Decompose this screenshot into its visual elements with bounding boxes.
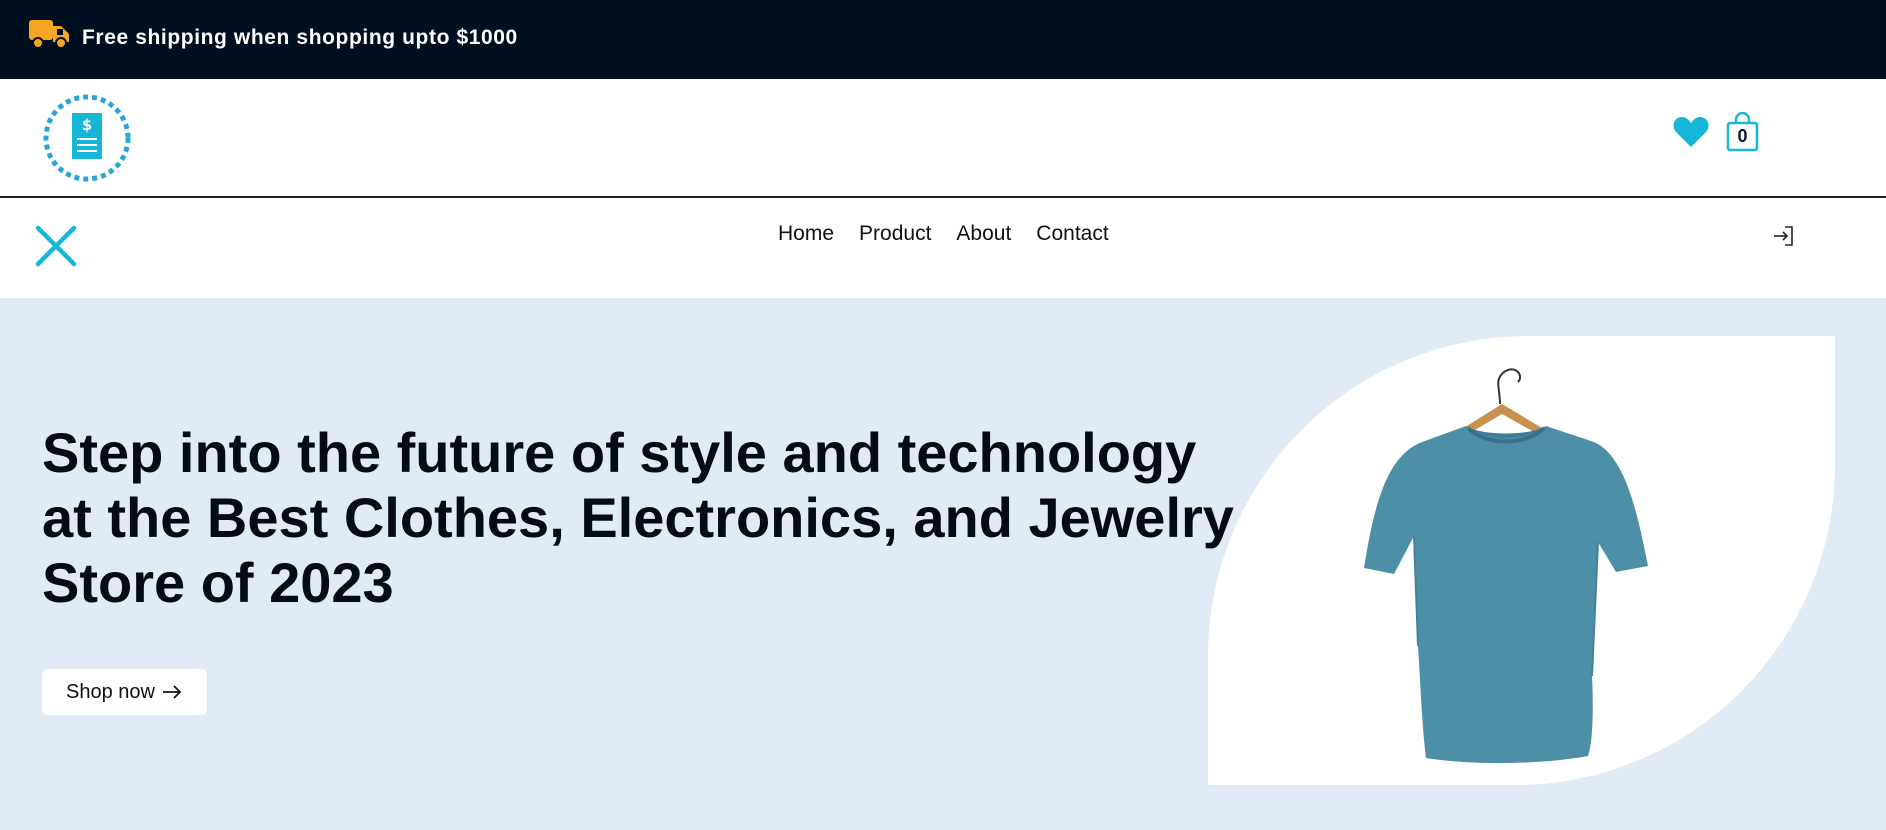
promo-bar: Free shipping when shopping upto $1000 [0,0,1886,79]
svg-text:$: $ [82,116,92,134]
nav-links: Home Product About Contact [778,222,1109,246]
nav-link-about[interactable]: About [956,222,1011,246]
login-icon[interactable] [1772,224,1796,248]
truck-icon [29,20,69,49]
nav-link-product[interactable]: Product [859,222,931,246]
shop-now-label: Shop now [66,680,155,703]
close-icon[interactable] [34,224,78,268]
hero-title: Step into the future of style and techno… [42,421,1234,614]
store-logo[interactable]: $ [40,91,134,185]
hero-section: Step into the future of style and techno… [0,298,1886,830]
cart-count-badge[interactable]: 0 [1726,126,1759,147]
tshirt-image [1364,368,1648,764]
nav-link-contact[interactable]: Contact [1036,222,1108,246]
shipping-text: Free shipping when shopping upto $1000 [82,26,518,49]
main-navigation: Home Product About Contact [0,198,1886,298]
hero-image-panel [1208,336,1835,785]
wishlist-heart-icon[interactable] [1672,115,1710,149]
site-header: $ 0 [0,79,1886,198]
arrow-right-icon [162,685,182,699]
shop-now-button[interactable]: Shop now [42,669,207,715]
nav-link-home[interactable]: Home [778,222,834,246]
